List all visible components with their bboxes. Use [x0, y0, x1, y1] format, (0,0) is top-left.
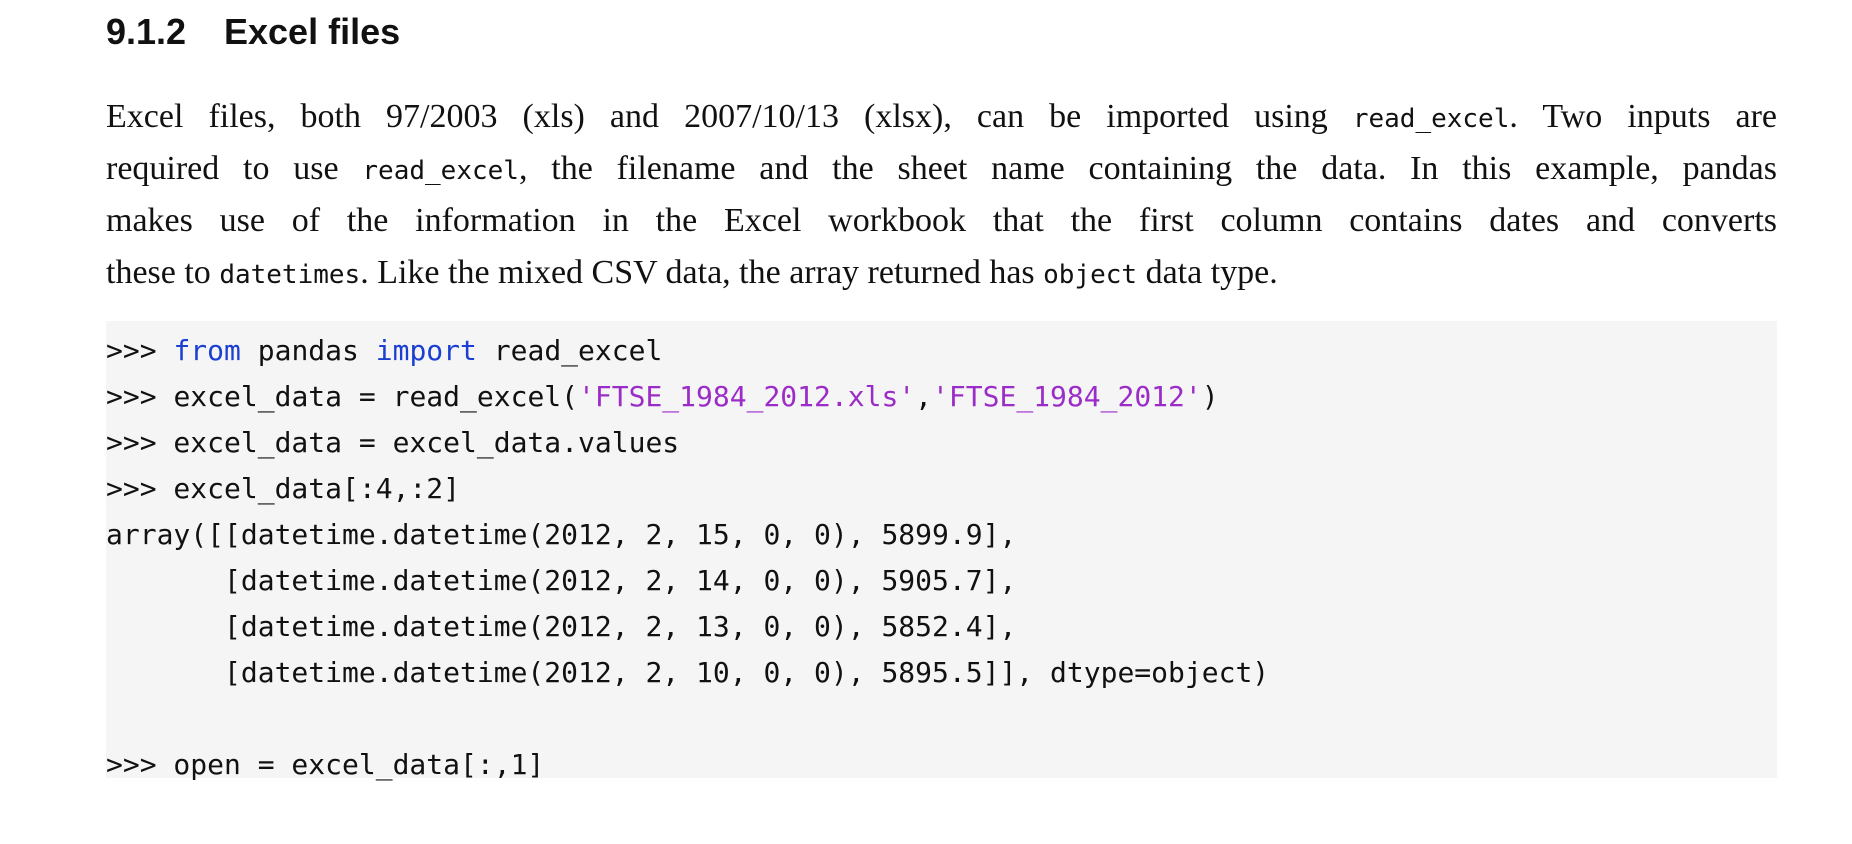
paragraph-line: Excel files, both 97/2003 (xls) and 2007… [106, 91, 1777, 143]
paragraph-line: makes use of the information in the Exce… [106, 195, 1777, 247]
paragraph-text: . Like the mixed CSV data, the array ret… [360, 254, 1044, 291]
paragraph-line: these to datetimes. Like the mixed CSV d… [106, 247, 1777, 299]
string-literal: 'FTSE_1984_2012.xls' [578, 380, 916, 413]
code-output-line: [datetime.datetime(2012, 2, 13, 0, 0), 5… [106, 610, 1017, 643]
inline-code: read_excel [1352, 104, 1510, 134]
inline-code: datetimes [219, 260, 361, 290]
code-line: >>> excel_data[:4,:2] [106, 472, 461, 505]
paragraph-text: data type. [1137, 254, 1278, 291]
section-number: 9.1.2 [106, 11, 187, 52]
code-output-line: array([[datetime.datetime(2012, 2, 15, 0… [106, 518, 1017, 551]
code-text: pandas [240, 334, 376, 367]
paragraph-line: required to use read_excel, the filename… [106, 143, 1777, 195]
code-block: >>> from pandas import read_excel >>> ex… [106, 321, 1777, 781]
code-text: read_excel [476, 334, 663, 367]
code-line: >>> from pandas import read_excel [106, 328, 1777, 374]
prompt: >>> [106, 334, 174, 367]
inline-code: read_excel [362, 156, 519, 186]
code-text: ) [1201, 380, 1219, 413]
paragraph-text: required to use [106, 150, 363, 187]
inline-code: object [1043, 260, 1138, 290]
section-heading: 9.1.2 Excel files [106, 10, 400, 54]
code-text: excel_data = read_excel( [173, 380, 579, 413]
string-literal: 'FTSE_1984_2012' [932, 380, 1202, 413]
code-text: , [915, 380, 933, 413]
paragraph-text: . Two inputs are [1509, 98, 1778, 135]
keyword: from [173, 334, 241, 367]
code-output-line: [datetime.datetime(2012, 2, 14, 0, 0), 5… [106, 564, 1017, 597]
paragraph-text: makes use of the information in the Exce… [106, 202, 1777, 239]
code-line: >>> excel_data = read_excel('FTSE_1984_2… [106, 374, 1777, 420]
code-line: >>> open = excel_data[:,1] [106, 748, 545, 781]
paragraph-text: , the filename and the sheet name contai… [518, 150, 1777, 187]
prompt: >>> [106, 380, 174, 413]
paragraph-text: these to [106, 254, 220, 291]
keyword: import [375, 334, 477, 367]
section-title: Excel files [224, 11, 401, 52]
body-paragraph: Excel files, both 97/2003 (xls) and 2007… [106, 91, 1777, 299]
paragraph-text: Excel files, both 97/2003 (xls) and 2007… [106, 98, 1353, 135]
code-line: >>> excel_data = excel_data.values [106, 426, 680, 459]
code-output-line: [datetime.datetime(2012, 2, 10, 0, 0), 5… [106, 656, 1270, 689]
